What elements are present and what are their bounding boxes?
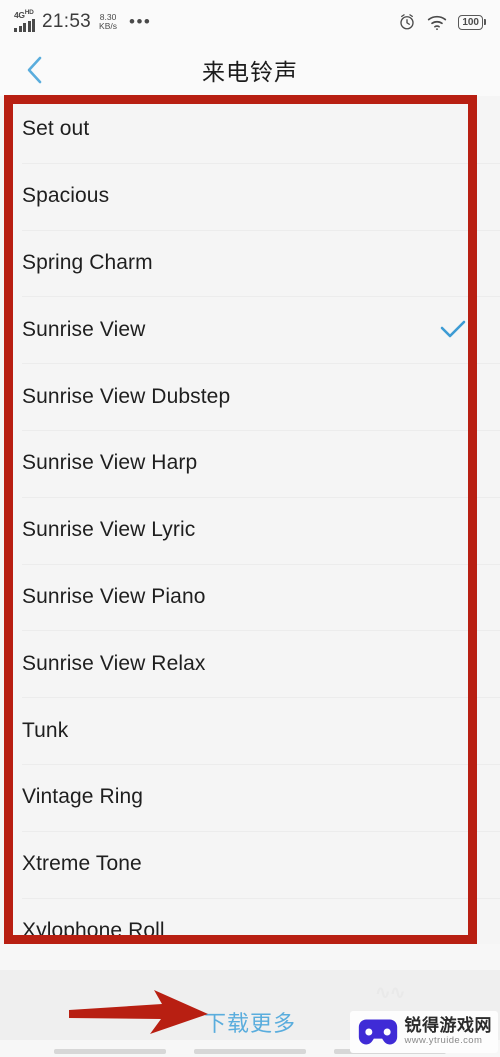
status-clock: 21:53 xyxy=(42,11,92,32)
ringtone-label: Tunk xyxy=(22,718,69,742)
ringtone-row[interactable]: Spring Charm xyxy=(0,229,500,297)
gamepad-icon xyxy=(358,1019,397,1045)
list-bottom-band xyxy=(0,944,500,970)
ringtone-label: Sunrise View Harp xyxy=(22,451,198,475)
ringtone-label: Xylophone Roll xyxy=(22,918,165,942)
ringtone-label: Sunrise View Relax xyxy=(22,651,206,675)
title-bar: 来电铃声 xyxy=(0,44,500,96)
ringtone-row[interactable]: Set out xyxy=(0,96,500,163)
watermark-ghost-mark: ∿∿ xyxy=(374,982,405,1004)
ringtone-row[interactable]: Sunrise View Harp xyxy=(0,429,500,497)
site-watermark: 锐得游戏网 www.ytruide.com xyxy=(349,1011,498,1053)
network-type-label: 4GHD xyxy=(14,9,34,20)
back-chevron-icon xyxy=(27,56,42,84)
watermark-brand: 锐得游戏网 xyxy=(404,1016,492,1036)
status-overflow-icon: ••• xyxy=(129,11,152,31)
ringtone-label: Sunrise View Lyric xyxy=(22,518,196,542)
status-bar-left: 4GHD 21:53 8.30 KB/s ••• xyxy=(14,9,152,33)
ringtone-row[interactable]: Sunrise View Piano xyxy=(0,563,500,631)
network-speed: 8.30 KB/s xyxy=(99,13,117,30)
ringtone-label: Set out xyxy=(22,117,90,141)
watermark-url: www.ytruide.com xyxy=(404,1035,483,1047)
signal-icon: 4GHD xyxy=(14,9,35,32)
ringtone-row[interactable]: Sunrise View Lyric xyxy=(0,496,500,564)
page-title: 来电铃声 xyxy=(202,59,298,85)
ringtone-row[interactable]: Sunrise View Relax xyxy=(0,630,500,697)
ringtone-row[interactable]: Sunrise View Dubstep xyxy=(0,363,500,430)
wifi-icon xyxy=(428,15,447,30)
ringtone-row[interactable]: Sunrise View xyxy=(0,296,500,363)
ringtone-row[interactable]: Tunk xyxy=(0,697,500,764)
battery-icon: 100 xyxy=(458,14,486,30)
ringtone-label: Xtreme Tone xyxy=(22,852,142,876)
battery-level-label: 100 xyxy=(458,14,483,30)
ringtone-label: Spring Charm xyxy=(22,250,153,274)
selected-check-icon xyxy=(440,320,466,340)
phone-screen: 4GHD 21:53 8.30 KB/s ••• 100 来电铃声 Set ou… xyxy=(0,0,500,1057)
ringtone-row[interactable]: Xylophone Roll xyxy=(0,897,500,944)
ringtone-label: Sunrise View xyxy=(22,317,146,341)
signal-bars-icon xyxy=(14,19,35,32)
watermark-text: 锐得游戏网 www.ytruide.com xyxy=(405,1017,493,1046)
nav-hint-center xyxy=(194,1049,306,1054)
ringtone-label: Vintage Ring xyxy=(22,785,144,809)
battery-tip xyxy=(484,19,486,25)
ringtone-label: Spacious xyxy=(22,184,110,208)
ringtone-row[interactable]: Spacious xyxy=(0,162,500,230)
ringtone-row[interactable]: Vintage Ring xyxy=(0,763,500,831)
network-speed-unit: KB/s xyxy=(99,21,117,31)
alarm-clock-icon xyxy=(400,14,414,30)
ringtone-label: Sunrise View Piano xyxy=(22,584,206,608)
status-bar: 4GHD 21:53 8.30 KB/s ••• 100 xyxy=(0,0,500,44)
ringtone-label: Sunrise View Dubstep xyxy=(22,384,231,408)
ringtone-row[interactable]: Xtreme Tone xyxy=(0,830,500,898)
status-bar-right: 100 xyxy=(398,13,486,31)
ringtone-list[interactable]: Set out Spacious Spring Charm Sunrise View S… xyxy=(0,96,500,944)
back-button[interactable] xyxy=(18,53,52,87)
nav-hint-left xyxy=(54,1049,166,1054)
